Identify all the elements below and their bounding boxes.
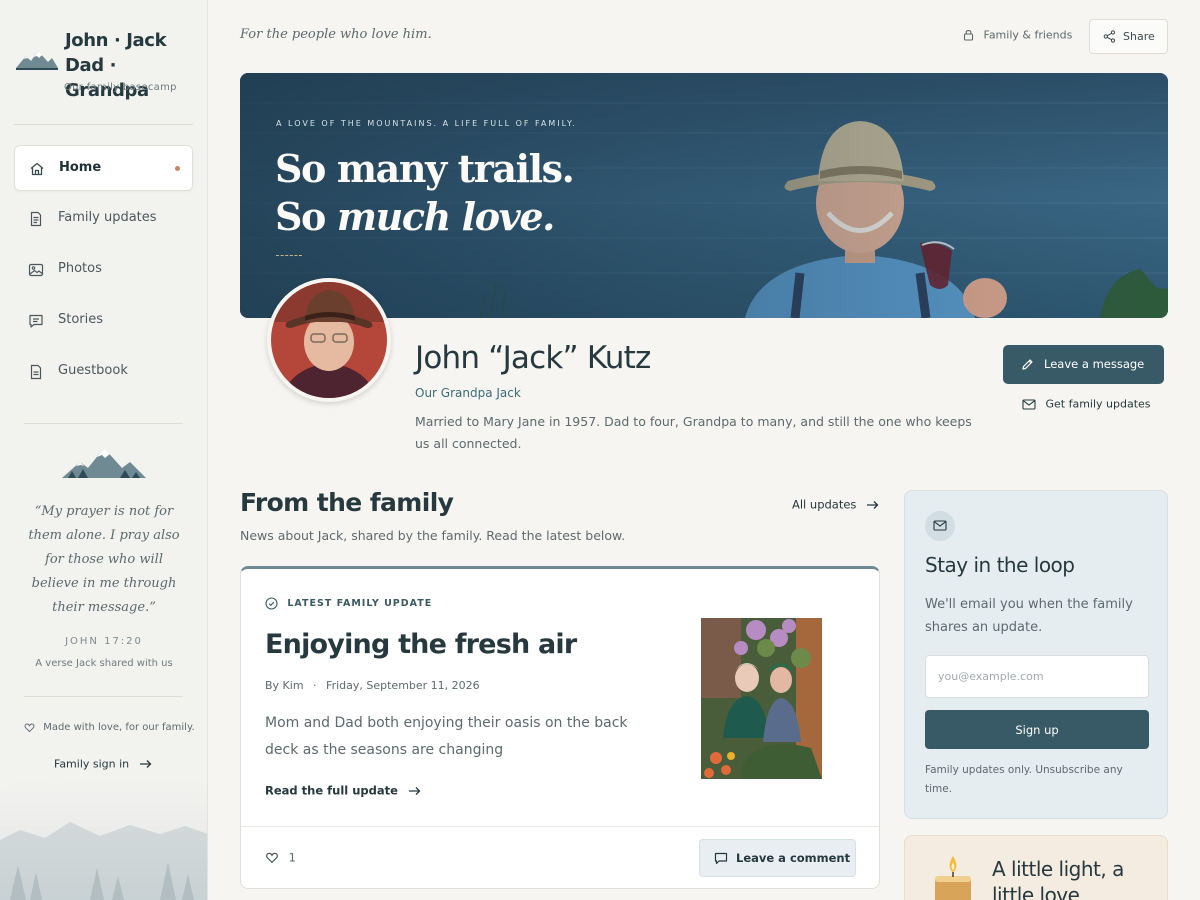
candle-card: A little light, a little love [904, 835, 1168, 900]
active-dot [175, 166, 180, 171]
hero-line2-prefix: So [275, 194, 337, 239]
profile-bio: Married to Mary Jane in 1957. Dad to fou… [415, 414, 972, 451]
lock-icon [963, 30, 974, 41]
update-photo[interactable] [701, 618, 822, 779]
misty-forest-background [0, 760, 207, 900]
card-footer-divider [241, 826, 879, 827]
hero-kicker: A LOVE OF THE MOUNTAINS. A LIFE FULL OF … [276, 119, 577, 128]
get-family-updates-link[interactable]: Get family updates [1022, 397, 1151, 411]
family-signin-link[interactable]: Family sign in [54, 757, 152, 771]
get-updates-label: Get family updates [1045, 397, 1151, 411]
brand[interactable]: John · Jack Dad · Grandpa Our family bas… [14, 26, 198, 101]
mail-badge [925, 511, 955, 541]
update-date: Friday, September 11, 2026 [326, 679, 480, 692]
latest-update-card: LATEST FAMILY UPDATE Enjoying the fresh … [240, 566, 880, 889]
sidebar-item-family-updates[interactable]: Family updates [14, 196, 193, 242]
candle-title: A little light, a little love [992, 857, 1124, 900]
sidebar-item-guestbook[interactable]: Guestbook [14, 349, 193, 395]
newsletter-text: We'll email you when the family shares a… [925, 597, 1133, 635]
hero-line2: So much love. [275, 193, 573, 241]
update-meta: By Kim · Friday, September 11, 2026 [265, 679, 480, 692]
scripture-quote: “My prayer is not for them alone. I pray… [28, 504, 180, 615]
profile-name: John “Jack” Kutz [415, 340, 651, 376]
book-icon [30, 364, 42, 380]
update-title[interactable]: Enjoying the fresh air [265, 629, 577, 660]
scripture-reference: JOHN 17:20 [65, 636, 143, 647]
page-tagline: For the people who love him. [240, 27, 432, 42]
sidebar-divider [24, 696, 183, 697]
scripture-note: A verse Jack shared with us [35, 658, 173, 669]
mail-icon [1022, 398, 1036, 410]
brand-title-line2: Dad · Grandpa [65, 55, 149, 101]
card-kicker-label: LATEST FAMILY UPDATE [287, 598, 433, 609]
heart-icon [266, 852, 278, 864]
newsletter-title: Stay in the loop [925, 553, 1075, 577]
update-author: By Kim [265, 679, 304, 692]
privacy-indicator: Family & friends [963, 28, 1072, 42]
check-circle-icon [265, 597, 278, 610]
sidebar: John · Jack Dad · Grandpa Our family bas… [0, 0, 208, 900]
share-button[interactable]: Share [1089, 19, 1168, 54]
read-full-update-link[interactable]: Read the full update [265, 783, 421, 798]
update-body: Mom and Dad both enjoying their oasis on… [265, 715, 628, 758]
hero-banner: A LOVE OF THE MOUNTAINS. A LIFE FULL OF … [240, 73, 1168, 318]
like-count: 1 [288, 850, 296, 865]
sidebar-item-label: Guestbook [58, 363, 128, 378]
avatar [267, 278, 391, 402]
all-updates-link[interactable]: All updates [792, 497, 879, 512]
leave-comment-label: Leave a comment [736, 851, 851, 865]
email-field[interactable] [925, 655, 1149, 698]
comment-icon [714, 852, 728, 865]
like-button[interactable]: 1 [265, 850, 296, 865]
sign-up-button[interactable]: Sign up [925, 710, 1149, 749]
heart-icon [24, 723, 35, 733]
sidebar-item-label: Family updates [58, 210, 157, 225]
leave-message-button[interactable]: Leave a message [1003, 345, 1164, 384]
read-more-label: Read the full update [265, 783, 398, 798]
brand-title-line1: John · Jack [65, 30, 167, 51]
sidebar-item-photos[interactable]: Photos [14, 247, 193, 293]
sidebar-item-label: Home [59, 160, 102, 175]
made-with-love: Made with love, for our family. [24, 722, 195, 734]
avatar-photo [271, 282, 387, 398]
section-subtitle: News about Jack, shared by the family. R… [240, 528, 626, 543]
share-icon [1103, 30, 1116, 43]
pencil-icon [1022, 359, 1033, 370]
arrow-right-icon [408, 786, 421, 795]
image-icon [28, 263, 44, 277]
message-icon [29, 314, 43, 328]
all-updates-label: All updates [792, 497, 857, 512]
newsletter-card: Stay in the loop We'll email you when th… [904, 490, 1168, 819]
signin-label: Family sign in [54, 757, 130, 771]
hero-line2-italic: much love. [336, 194, 556, 239]
arrow-right-icon [867, 500, 879, 509]
leave-comment-button[interactable]: Leave a comment [699, 839, 856, 877]
privacy-label: Family & friends [983, 28, 1073, 42]
sidebar-item-home[interactable]: Home [14, 145, 193, 191]
sidebar-item-stories[interactable]: Stories [14, 298, 193, 344]
card-kicker: LATEST FAMILY UPDATE [265, 597, 432, 610]
share-label: Share [1123, 30, 1155, 43]
sidebar-divider [14, 124, 193, 125]
hero-dash [276, 255, 302, 256]
sidebar-divider [24, 423, 183, 424]
sidebar-item-label: Stories [58, 312, 104, 327]
mountain-illustration-icon [62, 448, 146, 478]
newsletter-fine-print: Family updates only. Unsubscribe any tim… [925, 764, 1123, 795]
arrow-right-icon [139, 760, 152, 768]
made-with-text: Made with love, for our family. [43, 722, 195, 733]
hero-headline: So many trails. So much love. [275, 145, 575, 241]
sidebar-item-label: Photos [58, 261, 102, 276]
candle-icon [935, 856, 971, 900]
leave-message-label: Leave a message [1044, 357, 1145, 371]
meta-separator: · [313, 679, 317, 692]
hero-line1: So many trails. [275, 146, 575, 191]
mail-icon [933, 520, 947, 531]
mountain-logo-icon [16, 51, 58, 70]
document-icon [30, 211, 42, 227]
profile-role: Our Grandpa Jack [415, 386, 521, 400]
section-title: From the family [240, 488, 454, 517]
home-icon [30, 162, 44, 176]
brand-subtitle: Our family basecamp [64, 82, 177, 93]
